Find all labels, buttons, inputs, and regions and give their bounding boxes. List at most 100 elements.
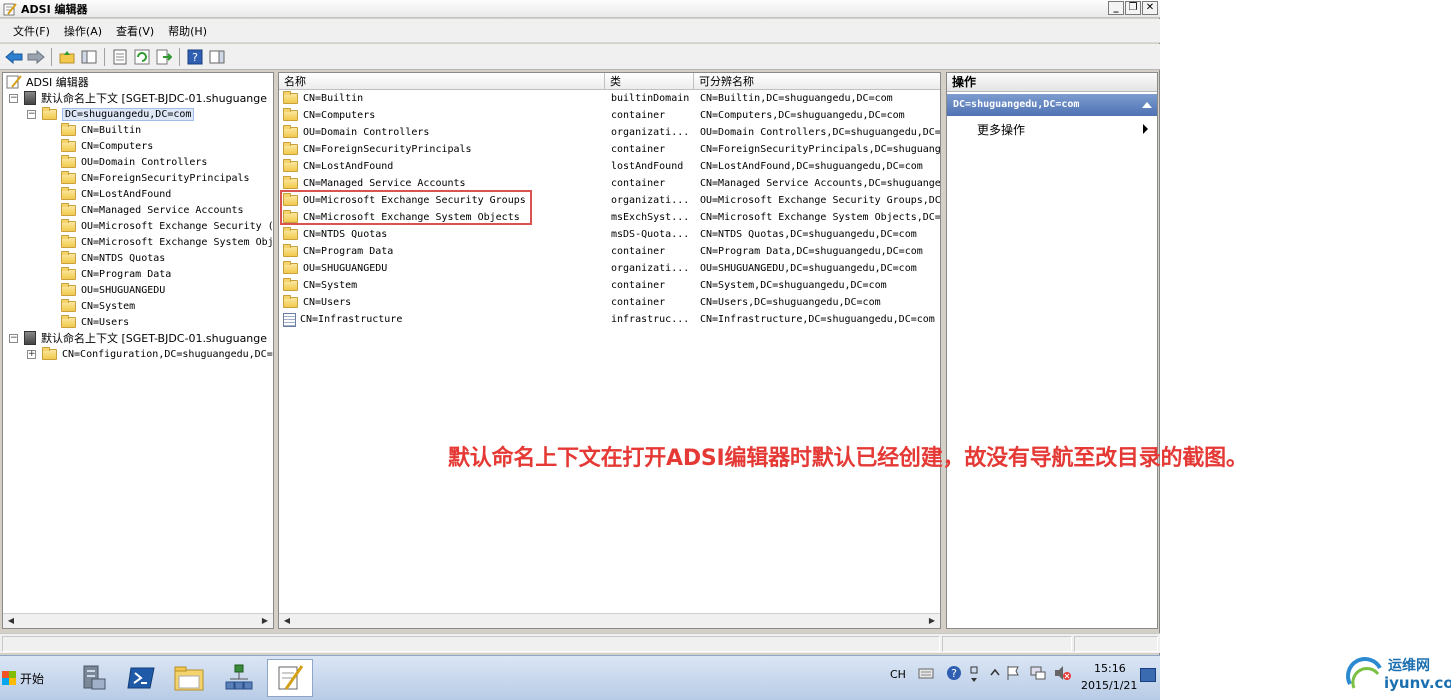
adsi-editor-window: ADSI 编辑器 _ ❐ ✕ 文件(F) 操作(A) 查看(V) 帮助(H) ?… xyxy=(0,0,1160,655)
tree-node-child[interactable]: CN=Users xyxy=(61,314,129,330)
expand-icon[interactable]: + xyxy=(27,349,36,359)
options-icon[interactable] xyxy=(968,664,980,686)
keyboard-icon[interactable] xyxy=(918,666,934,680)
console-tree[interactable]: ADSI 编辑器 − 默认命名上下文 [SGET-BJDC-01.shuguan… xyxy=(2,72,274,629)
minimize-button[interactable]: _ xyxy=(1108,1,1124,15)
list-item[interactable]: OU=SHUGUANGEDU organizati... OU=SHUGUANGED… xyxy=(279,260,940,277)
list-item[interactable]: CN=Users container CN=Users,DC=shuguangedu… xyxy=(279,294,940,311)
tree-node-domain[interactable]: − DC=shuguangedu,DC=com xyxy=(27,106,195,122)
column-header-dn[interactable]: 可分辨名称 xyxy=(694,73,940,90)
action-selected-object[interactable]: DC=shuguangedu,DC=com xyxy=(947,94,1157,116)
more-actions-item[interactable]: 更多操作 xyxy=(977,121,1025,138)
scroll-right-icon[interactable]: ▶ xyxy=(927,616,937,626)
tree-node-child[interactable]: CN=System xyxy=(61,298,135,314)
start-button[interactable]: 开始 xyxy=(2,660,52,696)
taskbar-server-manager[interactable] xyxy=(70,659,116,697)
show-action-pane-button[interactable] xyxy=(207,47,227,67)
show-hidden-icons-icon[interactable] xyxy=(990,668,1000,676)
properties-button[interactable] xyxy=(110,47,130,67)
scroll-right-icon[interactable]: ▶ xyxy=(260,616,270,626)
export-list-button[interactable] xyxy=(154,47,174,67)
tree-node-configuration[interactable]: + CN=Configuration,DC=shuguangedu,DC= xyxy=(27,346,273,362)
tree-node-default-context-2[interactable]: − 默认命名上下文 [SGET-BJDC-01.shuguange xyxy=(9,330,267,346)
up-level-button[interactable] xyxy=(57,47,77,67)
list-item-class: container xyxy=(611,178,666,189)
help-icon[interactable]: ? xyxy=(946,665,962,681)
list-item[interactable]: CN=Builtin builtinDomain CN=Builtin,DC=shu… xyxy=(279,90,940,107)
folder-icon xyxy=(283,176,298,189)
list-item[interactable]: CN=Computers container CN=Computers,DC=shu… xyxy=(279,107,940,124)
clock-time[interactable]: 15:16 xyxy=(1094,662,1126,675)
forward-button[interactable] xyxy=(26,47,46,67)
list-horizontal-scrollbar[interactable]: ◀ ▶ xyxy=(279,613,940,628)
svg-text:?: ? xyxy=(951,667,957,680)
clock-date[interactable]: 2015/1/21 xyxy=(1081,679,1137,692)
list-item-class: container xyxy=(611,280,666,291)
list-item[interactable]: CN=System container CN=System,DC=shuguange… xyxy=(279,277,940,294)
naming-context-icon xyxy=(24,331,36,345)
list-item[interactable]: CN=Program Data container CN=Program Data,… xyxy=(279,243,940,260)
back-button[interactable] xyxy=(4,47,24,67)
submenu-arrow-icon[interactable] xyxy=(1143,124,1148,134)
show-hide-tree-button[interactable] xyxy=(79,47,99,67)
restore-button[interactable]: ❐ xyxy=(1125,1,1141,15)
tree-node-label: CN=Computers xyxy=(81,140,154,152)
tree-node-child[interactable]: OU=Domain Controllers xyxy=(61,154,207,170)
taskbar-adsi-editor[interactable] xyxy=(267,659,313,697)
collapse-icon[interactable]: − xyxy=(9,333,18,343)
tree-node-child[interactable]: CN=LostAndFound xyxy=(61,186,171,202)
back-arrow-icon xyxy=(5,49,23,64)
help-button[interactable]: ? xyxy=(185,47,205,67)
list-item[interactable]: CN=Infrastructure infrastruc... CN=Infrast… xyxy=(279,311,940,328)
tree-root[interactable]: ADSI 编辑器 xyxy=(6,74,89,90)
list-item[interactable]: CN=ForeignSecurityPrincipals container CN=… xyxy=(279,141,940,158)
refresh-icon xyxy=(134,49,150,64)
tree-horizontal-scrollbar[interactable]: ◀ ▶ xyxy=(3,613,273,628)
tree-node-child[interactable]: CN=NTDS Quotas xyxy=(61,250,165,266)
title-bar[interactable]: ADSI 编辑器 _ ❐ ✕ xyxy=(0,0,1160,18)
tree-node-default-context[interactable]: − 默认命名上下文 [SGET-BJDC-01.shuguange xyxy=(9,90,267,106)
tree-node-child[interactable]: CN=Program Data xyxy=(61,266,171,282)
document-icon xyxy=(283,312,296,327)
tree-node-child[interactable]: CN=Computers xyxy=(61,138,153,154)
taskbar-explorer[interactable] xyxy=(166,659,212,697)
list-item-name: CN=NTDS Quotas xyxy=(303,229,388,240)
show-desktop-icon[interactable] xyxy=(1140,668,1156,682)
menu-action[interactable]: 操作(A) xyxy=(57,23,109,39)
action-pane: 操作 DC=shuguangedu,DC=com 更多操作 xyxy=(946,72,1158,629)
tree-node-child[interactable]: CN=Microsoft Exchange System Obj xyxy=(61,234,273,250)
taskbar-network[interactable] xyxy=(216,659,262,697)
tree-node-child[interactable]: CN=Managed Service Accounts xyxy=(61,202,244,218)
tree-node-child[interactable]: OU=SHUGUANGEDU xyxy=(61,282,165,298)
scroll-left-icon[interactable]: ◀ xyxy=(6,616,16,626)
column-header-name[interactable]: 名称 xyxy=(279,73,605,90)
taskbar-powershell[interactable] xyxy=(118,659,164,697)
list-item[interactable]: CN=LostAndFound lostAndFound CN=LostAndFou… xyxy=(279,158,940,175)
tree-root-label: ADSI 编辑器 xyxy=(26,76,89,89)
scroll-left-icon[interactable]: ◀ xyxy=(282,616,292,626)
action-center-flag-icon[interactable] xyxy=(1006,665,1020,681)
tree-node-label: OU=Domain Controllers xyxy=(81,156,208,168)
folder-icon xyxy=(283,142,298,155)
menu-file[interactable]: 文件(F) xyxy=(6,23,57,39)
volume-muted-icon[interactable] xyxy=(1054,665,1072,681)
list-item[interactable]: CN=NTDS Quotas msDS-Quota... CN=NTDS Quota… xyxy=(279,226,940,243)
refresh-button[interactable] xyxy=(132,47,152,67)
collapse-icon[interactable]: − xyxy=(27,109,36,119)
list-item-name: CN=Users xyxy=(303,297,352,308)
column-header-class[interactable]: 类 xyxy=(605,73,694,90)
watermark-title: 运维网 xyxy=(1388,658,1430,674)
menu-view[interactable]: 查看(V) xyxy=(109,23,161,39)
tree-node-child[interactable]: CN=Builtin xyxy=(61,122,141,138)
input-language[interactable]: CH xyxy=(890,668,906,681)
tree-node-child[interactable]: CN=ForeignSecurityPrincipals xyxy=(61,170,250,186)
result-list[interactable]: 名称 类 可分辨名称 CN=Builtin builtinDomain CN=Bui… xyxy=(278,72,941,629)
close-button[interactable]: ✕ xyxy=(1142,1,1158,15)
collapse-icon[interactable]: − xyxy=(9,93,18,103)
network-tray-icon[interactable] xyxy=(1030,665,1046,681)
adsi-editor-icon xyxy=(6,75,22,89)
tree-node-child[interactable]: OU=Microsoft Exchange Security ( xyxy=(61,218,273,234)
list-item[interactable]: OU=Domain Controllers organizati... OU=Dom… xyxy=(279,124,940,141)
collapse-triangle-icon[interactable] xyxy=(1142,102,1152,108)
menu-help[interactable]: 帮助(H) xyxy=(161,23,214,39)
